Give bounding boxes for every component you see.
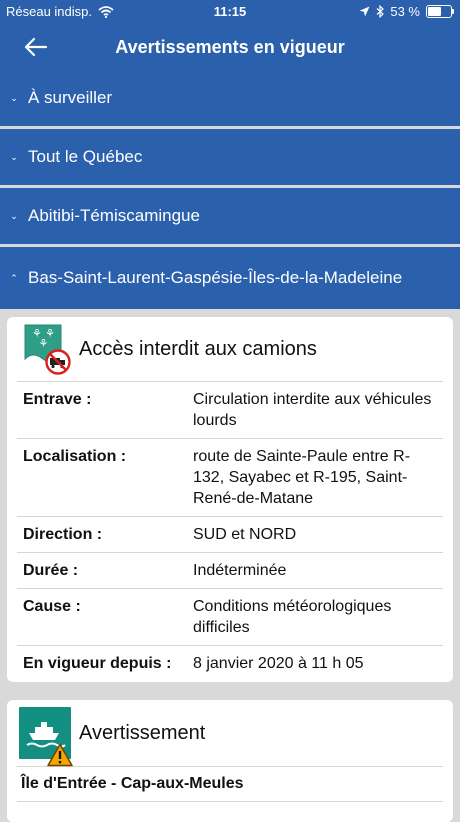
nav-bar: Avertissements en vigueur: [0, 24, 460, 70]
detail-key: Entrave :: [23, 391, 92, 408]
truck-ban-sign: ⚘ ⚘ ⚘: [23, 321, 73, 377]
region-label: Abitibi-Témiscamingue: [28, 206, 200, 225]
alert-card-ferry[interactable]: Avertissement Île d'Entrée - Cap-aux-Meu…: [7, 700, 453, 822]
detail-row-entrave: Entrave : Circulation interdite aux véhi…: [17, 381, 443, 438]
location-arrow-icon: [359, 6, 370, 17]
region-label: Tout le Québec: [28, 147, 143, 166]
region-item-tout-le-quebec[interactable]: ⌄ Tout le Québec: [0, 129, 460, 185]
detail-row-localisation: Localisation : route de Sainte-Paule ent…: [17, 438, 443, 516]
region-label: Bas-Saint-Laurent-Gaspésie-Îles-de-la-Ma…: [28, 268, 403, 287]
warning-triangle-icon: [47, 743, 73, 767]
card-header: Avertissement: [7, 700, 453, 767]
detail-key: Durée :: [23, 562, 79, 579]
detail-value: Conditions météorologiques difficiles: [193, 598, 392, 636]
battery-fill: [428, 7, 441, 16]
detail-row-duree: Durée : Indéterminée: [17, 552, 443, 588]
detail-value: SUD et NORD: [193, 526, 297, 543]
detail-key: En vigueur depuis :: [23, 655, 172, 672]
chevron-down-icon: ⌄: [10, 151, 18, 162]
detail-key: Cause :: [23, 598, 81, 615]
chevron-down-icon: ⌄: [10, 92, 18, 103]
alert-card-trucks[interactable]: ⚘ ⚘ ⚘ Accès interdit aux camions Entrave…: [7, 317, 453, 682]
battery-icon: [426, 5, 454, 18]
detail-row-cause: Cause : Conditions météorologiques diffi…: [17, 588, 443, 645]
detail-value: Circulation interdite aux véhicules lour…: [193, 391, 432, 429]
detail-row-direction: Direction : SUD et NORD: [17, 516, 443, 552]
detail-row-en-vigueur: En vigueur depuis : 8 janvier 2020 à 11 …: [17, 645, 443, 682]
region-item-bas-saint-laurent[interactable]: ⌃ Bas-Saint-Laurent-Gaspésie-Îles-de-la-…: [0, 247, 460, 309]
detail-value: route de Sainte-Paule entre R-132, Sayab…: [193, 448, 411, 507]
region-item-abitibi[interactable]: ⌄ Abitibi-Témiscamingue: [0, 188, 460, 244]
detail-key: Localisation :: [23, 448, 127, 465]
region-item-a-surveiller[interactable]: ⌄ À surveiller: [0, 70, 460, 126]
battery-percent: 53 %: [390, 4, 420, 19]
page-title: Avertissements en vigueur: [115, 37, 345, 57]
chevron-down-icon: ⌄: [10, 210, 18, 221]
bluetooth-icon: [376, 5, 385, 18]
row-divider: [17, 801, 443, 822]
detail-key: Direction :: [23, 526, 103, 543]
card-title: Accès interdit aux camions: [79, 337, 317, 360]
detail-value: Indéterminée: [193, 562, 287, 579]
card-title: Avertissement: [79, 721, 206, 744]
chevron-up-icon: ⌃: [10, 272, 18, 283]
ferry-warning-sign: [19, 705, 75, 767]
route-label: Île d'Entrée - Cap-aux-Meules: [17, 766, 443, 801]
status-bar: Réseau indisp. 11:15 53 %: [0, 0, 460, 24]
detail-value: 8 janvier 2020 à 11 h 05: [193, 655, 364, 672]
region-label: À surveiller: [28, 88, 113, 107]
no-trucks-icon: [45, 349, 71, 375]
card-header: ⚘ ⚘ ⚘ Accès interdit aux camions: [7, 317, 453, 381]
